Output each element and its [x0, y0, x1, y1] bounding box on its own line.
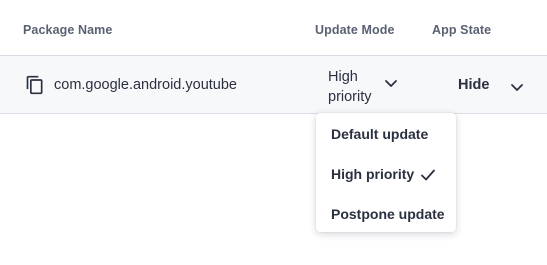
update-mode-value: High priority [328, 69, 372, 105]
copy-icon[interactable] [25, 75, 45, 95]
chevron-down-icon [510, 80, 524, 98]
column-header-app-state: App State [432, 23, 492, 37]
update-mode-dropdown-menu: Default update High priority Postpone up… [316, 113, 456, 232]
app-state-select[interactable]: Hide [450, 70, 530, 100]
chevron-down-icon [384, 76, 398, 94]
menu-item-default-update[interactable]: Default update [316, 115, 456, 153]
table-header: Package Name Update Mode App State [0, 0, 547, 56]
table-row: com.google.android.youtube High priority… [0, 56, 547, 114]
app-state-value: Hide [458, 77, 490, 93]
menu-item-high-priority[interactable]: High priority [316, 155, 456, 193]
column-header-update-mode: Update Mode [315, 23, 395, 37]
check-icon [420, 168, 436, 187]
package-name: com.google.android.youtube [54, 77, 237, 93]
menu-item-postpone-update[interactable]: Postpone update [316, 195, 456, 233]
update-mode-select[interactable]: High priority [322, 65, 412, 105]
column-header-package-name: Package Name [23, 23, 113, 37]
